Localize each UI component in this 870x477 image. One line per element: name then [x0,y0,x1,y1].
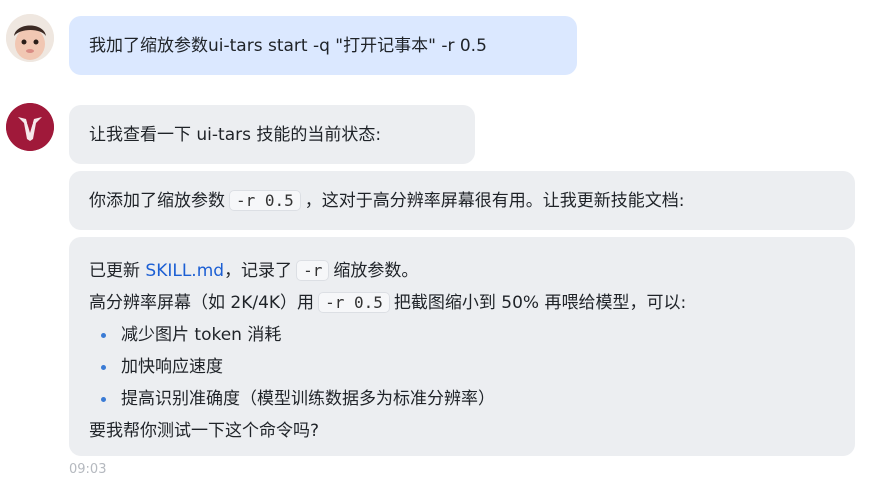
message-line: 已更新 SKILL.md，记录了 -r 缩放参数。 [89,255,835,287]
message-timestamp: 09:03 [69,462,107,477]
message-text: 缩放参数。 [333,261,419,281]
user-message-bubble: 我加了缩放参数ui-tars start -q "打开记事本" -r 0.5 [69,16,577,75]
bullet-icon [101,333,106,338]
list-item-text: 减少图片 token 消耗 [121,325,282,345]
list-item: 减少图片 token 消耗 [89,319,835,351]
message-line: 高分辨率屏幕（如 2K/4K）用 -r 0.5 把截图缩小到 50% 再喂给模型，可… [89,287,835,319]
assistant-message-bubble: 让我查看一下 ui-tars 技能的当前状态: [69,105,475,164]
inline-code: -r [296,260,330,281]
assistant-message-bubble: 你添加了缩放参数 -r 0.5 ，这对于高分辨率屏幕很有用。让我更新技能文档: [69,171,855,230]
user-avatar[interactable] [6,14,54,62]
skill-md-link[interactable]: SKILL.md [145,261,224,281]
assistant-logo-icon [6,103,54,151]
message-text: 高分辨率屏幕（如 2K/4K）用 [89,293,315,313]
assistant-message-text: 让我查看一下 ui-tars 技能的当前状态: [89,125,382,145]
message-line: 要我帮你测试一下这个命令吗? [89,415,835,447]
assistant-avatar[interactable] [6,103,54,151]
list-item: 提高识别准确度（模型训练数据多为标准分辨率） [89,383,835,415]
list-item: 加快响应速度 [89,351,835,383]
list-item-text: 加快响应速度 [121,357,223,377]
bullet-icon [101,397,106,402]
assistant-message-bubble: 已更新 SKILL.md，记录了 -r 缩放参数。 高分辨率屏幕（如 2K/4K）用… [69,237,855,456]
baby-photo-icon [6,14,54,62]
inline-code: -r 0.5 [229,190,301,211]
bullet-icon [101,365,106,370]
message-text-pre: 你添加了缩放参数 [89,191,225,211]
message-text-post: ，这对于高分辨率屏幕很有用。让我更新技能文档: [304,191,685,211]
list-item-text: 提高识别准确度（模型训练数据多为标准分辨率） [121,389,495,409]
user-message-text: 我加了缩放参数ui-tars start -q "打开记事本" -r 0.5 [89,36,487,56]
message-text: 要我帮你测试一下这个命令吗? [89,421,320,441]
message-text: 已更新 [89,261,146,281]
bullet-list: 减少图片 token 消耗 加快响应速度 提高识别准确度（模型训练数据多为标准分… [89,319,835,415]
message-text: ，记录了 [224,261,293,281]
inline-code: -r 0.5 [318,292,390,313]
message-text: 把截图缩小到 50% 再喂给模型，可以: [393,293,687,313]
